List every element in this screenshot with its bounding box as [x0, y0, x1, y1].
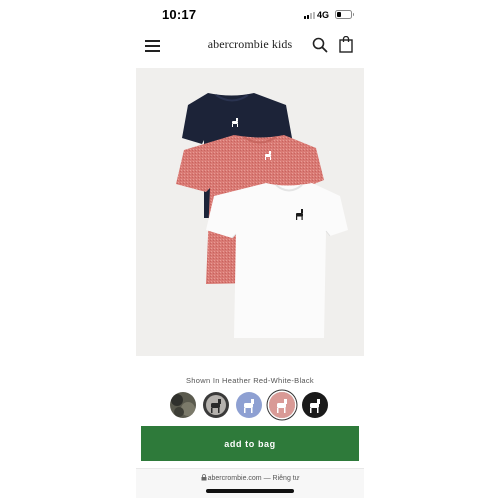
add-to-bag-button[interactable]: add to bag — [141, 426, 359, 461]
brand-logo[interactable]: abercrombie kids — [136, 37, 364, 52]
browser-bar: abercrombie.com — Riêng tư — [136, 468, 364, 498]
app-header: abercrombie kids — [136, 30, 364, 62]
swatch-black[interactable] — [302, 392, 328, 418]
battery-icon — [335, 10, 354, 19]
status-time: 10:17 — [162, 7, 197, 22]
home-indicator[interactable] — [206, 489, 294, 493]
shown-in-label: Shown In Heather Red-White-Black — [186, 376, 314, 385]
swatch-camo[interactable] — [170, 392, 196, 418]
shopping-bag-icon[interactable] — [339, 36, 353, 53]
lock-icon — [201, 474, 207, 481]
url-line[interactable]: abercrombie.com — Riêng tư — [136, 474, 364, 482]
swatch-heather-red[interactable] — [269, 392, 295, 418]
status-bar: 10:17 4G — [136, 0, 364, 30]
swatch-blue[interactable] — [236, 392, 262, 418]
search-icon[interactable] — [312, 37, 328, 53]
phone-screen: 10:17 4G abercrombie kids Shown In Heath… — [136, 0, 364, 498]
color-swatches — [170, 391, 330, 419]
url-separator: — — [263, 475, 271, 482]
signal-icon — [304, 11, 318, 19]
url-domain: abercrombie.com — [207, 475, 262, 482]
swatch-grey[interactable] — [203, 392, 229, 418]
product-image[interactable] — [136, 68, 364, 356]
privacy-label: Riêng tư — [272, 475, 300, 482]
network-label: 4G — [317, 10, 330, 20]
